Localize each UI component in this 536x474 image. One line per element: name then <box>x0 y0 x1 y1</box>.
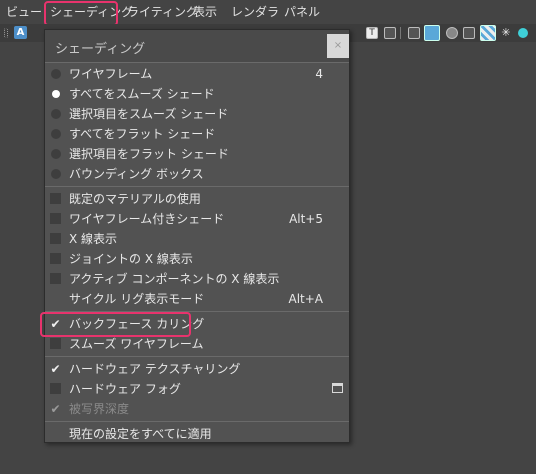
a-icon[interactable]: A <box>14 26 27 39</box>
menu-item-label: ワイヤフレーム <box>69 67 153 81</box>
menu-item-flat-shade-selected[interactable]: 選択項目をフラット シェード <box>45 144 349 164</box>
option-box-icon[interactable] <box>332 383 343 393</box>
lighting-icon[interactable]: ✳ <box>500 27 512 39</box>
menu-item-flat-shade-all[interactable]: すべてをフラット シェード <box>45 124 349 144</box>
radio-icon <box>51 69 61 79</box>
menu-item-label: ハードウェア テクスチャリング <box>69 362 241 376</box>
toolbar-divider <box>400 27 401 39</box>
menu-item-label: すべてをスムーズ シェード <box>69 87 215 101</box>
radio-icon <box>51 129 61 139</box>
shadows-icon[interactable] <box>518 28 528 38</box>
checkmark-icon: ✔ <box>50 402 61 416</box>
menu-item-label: 被写界深度 <box>69 402 130 416</box>
checkbox-icon <box>50 383 61 394</box>
menu-panels[interactable]: パネル <box>284 5 320 19</box>
checkbox-icon <box>50 338 61 349</box>
menu-item-label: 選択項目をスムーズ シェード <box>69 107 229 121</box>
menu-item-label: アクティブ コンポーネントの X 線表示 <box>69 272 280 286</box>
smooth-shade-cube-icon[interactable] <box>424 25 440 41</box>
menu-show[interactable]: 表示 <box>193 5 217 19</box>
menu-renderer[interactable]: レンダラ <box>231 5 279 19</box>
menu-item-label: サイクル リグ表示モード <box>69 292 205 306</box>
menu-item-bounding-box[interactable]: バウンディング ボックス <box>45 164 349 184</box>
menu-separator <box>45 421 349 422</box>
image-icon[interactable] <box>384 27 396 39</box>
shortcut-label: 4 <box>315 67 323 81</box>
menu-view[interactable]: ビュー <box>6 5 42 19</box>
shading-dropdown-menu: シェーディング × ワイヤフレーム 4 すべてをスムーズ シェード 選択項目をス… <box>44 29 350 443</box>
shading-menu-highlight <box>44 1 118 26</box>
menu-item-depth-of-field: ✔ 被写界深度 <box>45 399 349 419</box>
shortcut-label: Alt+5 <box>289 212 323 226</box>
menu-item-cycle-rig-display[interactable]: サイクル リグ表示モード Alt+A <box>45 289 349 309</box>
menu-tear-off-header[interactable]: シェーディング × <box>45 30 349 62</box>
textured-icon[interactable] <box>480 25 496 41</box>
menu-item-x-ray-active-components[interactable]: アクティブ コンポーネントの X 線表示 <box>45 269 349 289</box>
default-material-sphere-icon[interactable] <box>446 27 458 39</box>
menu-separator <box>45 186 349 187</box>
menu-item-wireframe-on-shaded[interactable]: ワイヤフレーム付きシェード Alt+5 <box>45 209 349 229</box>
menu-lighting[interactable]: ライティング <box>127 5 198 19</box>
menu-item-label: すべてをフラット シェード <box>69 127 216 141</box>
menu-item-label: ワイヤフレーム付きシェード <box>69 212 225 226</box>
radio-icon <box>51 169 61 179</box>
backface-culling-highlight <box>40 312 191 337</box>
checkbox-icon <box>50 253 61 264</box>
radio-icon <box>51 149 61 159</box>
checkbox-icon <box>50 273 61 284</box>
radio-icon <box>51 109 61 119</box>
menu-item-hardware-fog[interactable]: ハードウェア フォグ <box>45 379 349 399</box>
menu-item-label: 現在の設定をすべてに適用 <box>69 427 212 441</box>
menu-item-x-ray-joints[interactable]: ジョイントの X 線表示 <box>45 249 349 269</box>
menu-item-smooth-shade-all[interactable]: すべてをスムーズ シェード <box>45 84 349 104</box>
menu-item-label: ジョイントの X 線表示 <box>69 252 193 266</box>
menu-item-label: バウンディング ボックス <box>69 167 204 181</box>
shortcut-label: Alt+A <box>288 292 323 306</box>
checkbox-icon <box>50 213 61 224</box>
menu-title: シェーディング <box>55 42 146 57</box>
menu-item-label: ハードウェア フォグ <box>69 382 181 396</box>
menu-item-apply-current-to-all[interactable]: 現在の設定をすべてに適用 <box>45 424 349 444</box>
menu-item-label: 既定のマテリアルの使用 <box>69 192 201 206</box>
checkmark-icon: ✔ <box>50 362 61 376</box>
wireframe-on-shaded-icon[interactable] <box>463 27 475 39</box>
menu-item-label: スムーズ ワイヤフレーム <box>69 337 204 351</box>
menu-item-wireframe[interactable]: ワイヤフレーム 4 <box>45 64 349 84</box>
menu-separator <box>45 62 349 63</box>
menu-item-smooth-wireframe[interactable]: スムーズ ワイヤフレーム <box>45 334 349 354</box>
toolbar-grip-icon[interactable] <box>4 28 8 38</box>
text-icon[interactable]: T <box>366 27 378 39</box>
close-icon[interactable]: × <box>327 34 349 58</box>
menu-item-x-ray[interactable]: X 線表示 <box>45 229 349 249</box>
menu-item-label: X 線表示 <box>69 232 118 246</box>
radio-selected-icon <box>52 90 60 98</box>
checkbox-icon <box>50 233 61 244</box>
menu-separator <box>45 356 349 357</box>
menu-item-smooth-shade-selected[interactable]: 選択項目をスムーズ シェード <box>45 104 349 124</box>
menu-item-label: 選択項目をフラット シェード <box>69 147 229 161</box>
menu-item-hardware-texturing[interactable]: ✔ ハードウェア テクスチャリング <box>45 359 349 379</box>
checkbox-icon <box>50 193 61 204</box>
wireframe-cube-icon[interactable] <box>408 27 420 39</box>
menu-item-use-default-material[interactable]: 既定のマテリアルの使用 <box>45 189 349 209</box>
